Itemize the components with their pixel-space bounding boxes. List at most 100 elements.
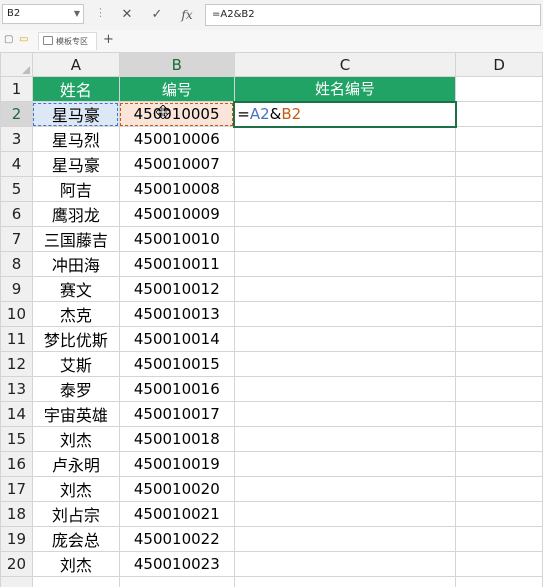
cell-number[interactable]: 450010020 <box>118 476 235 502</box>
chevron-down-icon[interactable]: ▼ <box>74 5 80 23</box>
cell[interactable] <box>455 226 543 252</box>
cell-header-combined[interactable]: 姓名编号 <box>233 76 457 102</box>
column-header-b[interactable]: B <box>118 52 235 77</box>
cell[interactable] <box>233 551 457 577</box>
cell[interactable] <box>233 376 457 402</box>
name-box[interactable]: B2 ▼ <box>2 4 84 24</box>
cell-name[interactable]: 星马豪 <box>31 101 120 127</box>
new-file-icon[interactable]: ▢ <box>4 34 13 46</box>
column-header-c[interactable]: C <box>233 52 457 77</box>
cell[interactable] <box>455 326 543 352</box>
cell-name[interactable]: 刘杰 <box>31 551 120 577</box>
cell[interactable] <box>455 126 543 152</box>
cell-header-name[interactable]: 姓名 <box>31 76 120 102</box>
cell-number[interactable]: 450010012 <box>118 276 235 302</box>
tab-template[interactable]: 模板专区 <box>38 32 97 50</box>
select-all-corner[interactable] <box>0 52 33 77</box>
cell[interactable] <box>233 326 457 352</box>
row-header[interactable]: 1 <box>0 76 33 102</box>
cell[interactable] <box>233 301 457 327</box>
cell-number[interactable]: 450010013 <box>118 301 235 327</box>
cell-number[interactable]: 450010009 <box>118 201 235 227</box>
cell-number[interactable]: 450010007 <box>118 151 235 177</box>
row-header[interactable]: 5 <box>0 176 33 202</box>
row-header[interactable]: 3 <box>0 126 33 152</box>
folder-icon[interactable]: ▭ <box>19 34 28 46</box>
row-header[interactable]: 4 <box>0 151 33 177</box>
row-header[interactable]: 7 <box>0 226 33 252</box>
cell[interactable] <box>233 126 457 152</box>
cell[interactable] <box>455 351 543 377</box>
row-header[interactable] <box>0 576 33 587</box>
cell[interactable] <box>455 301 543 327</box>
cell[interactable] <box>455 476 543 502</box>
cell[interactable] <box>455 451 543 477</box>
cell-name[interactable]: 赛文 <box>31 276 120 302</box>
row-header[interactable]: 16 <box>0 451 33 477</box>
cell[interactable] <box>233 476 457 502</box>
row-header[interactable]: 6 <box>0 201 33 227</box>
cell-number[interactable]: 450010010 <box>118 226 235 252</box>
cell[interactable] <box>455 101 543 127</box>
row-header[interactable]: 13 <box>0 376 33 402</box>
cell-name[interactable]: 刘杰 <box>31 426 120 452</box>
cell[interactable] <box>455 276 543 302</box>
cell-number[interactable]: 450010011 <box>118 251 235 277</box>
cell[interactable] <box>233 201 457 227</box>
cell[interactable] <box>31 576 120 587</box>
cell[interactable] <box>233 401 457 427</box>
cell-header-number[interactable]: 编号 <box>118 76 235 102</box>
cell-name[interactable]: 星马烈 <box>31 126 120 152</box>
cell[interactable] <box>233 576 457 587</box>
row-header[interactable]: 20 <box>0 551 33 577</box>
cell[interactable] <box>455 201 543 227</box>
cell-number[interactable]: 450010015 <box>118 351 235 377</box>
cell-name[interactable]: 三国藤吉 <box>31 226 120 252</box>
row-header[interactable]: 8 <box>0 251 33 277</box>
cell[interactable] <box>233 176 457 202</box>
active-cell-editor[interactable]: =A2&B2 <box>233 100 457 128</box>
check-icon[interactable]: ✓ <box>147 5 167 25</box>
cell[interactable] <box>455 251 543 277</box>
cell-number[interactable]: 450010006 <box>118 126 235 152</box>
row-header[interactable]: 10 <box>0 301 33 327</box>
row-header[interactable]: 9 <box>0 276 33 302</box>
cell[interactable] <box>233 226 457 252</box>
close-icon[interactable]: ✕ <box>117 5 137 25</box>
add-tab-button[interactable]: + <box>103 32 114 48</box>
cell-name[interactable]: 梦比优斯 <box>31 326 120 352</box>
cell-number[interactable]: 450010017 <box>118 401 235 427</box>
row-header[interactable]: 18 <box>0 501 33 527</box>
cell-name[interactable]: 泰罗 <box>31 376 120 402</box>
row-header[interactable]: 14 <box>0 401 33 427</box>
cell[interactable] <box>233 426 457 452</box>
cell[interactable] <box>455 151 543 177</box>
cell-number[interactable]: 450010023 <box>118 551 235 577</box>
cell-name[interactable]: 星马豪 <box>31 151 120 177</box>
row-header[interactable]: 12 <box>0 351 33 377</box>
cell-number[interactable]: 450010014 <box>118 326 235 352</box>
cell-name[interactable]: 鹰羽龙 <box>31 201 120 227</box>
cell-number[interactable]: 450010019 <box>118 451 235 477</box>
row-header[interactable]: 19 <box>0 526 33 552</box>
cell[interactable] <box>233 501 457 527</box>
cell-name[interactable]: 冲田海 <box>31 251 120 277</box>
formula-input[interactable]: =A2&B2 <box>205 4 541 26</box>
cell-name[interactable]: 刘占宗 <box>31 501 120 527</box>
cell[interactable] <box>455 526 543 552</box>
cell-name[interactable]: 阿吉 <box>31 176 120 202</box>
cell-name[interactable]: 卢永明 <box>31 451 120 477</box>
fx-icon[interactable]: fx <box>177 5 197 25</box>
cell[interactable] <box>455 576 543 587</box>
cell[interactable] <box>233 451 457 477</box>
cell[interactable] <box>455 551 543 577</box>
cell-number[interactable]: 450010016 <box>118 376 235 402</box>
cell-number[interactable]: 450010008 <box>118 176 235 202</box>
row-header[interactable]: 17 <box>0 476 33 502</box>
row-header[interactable]: 11 <box>0 326 33 352</box>
cell[interactable] <box>233 276 457 302</box>
cell-name[interactable]: 杰克 <box>31 301 120 327</box>
row-header[interactable]: 15 <box>0 426 33 452</box>
cell[interactable] <box>233 151 457 177</box>
cell[interactable] <box>118 576 235 587</box>
